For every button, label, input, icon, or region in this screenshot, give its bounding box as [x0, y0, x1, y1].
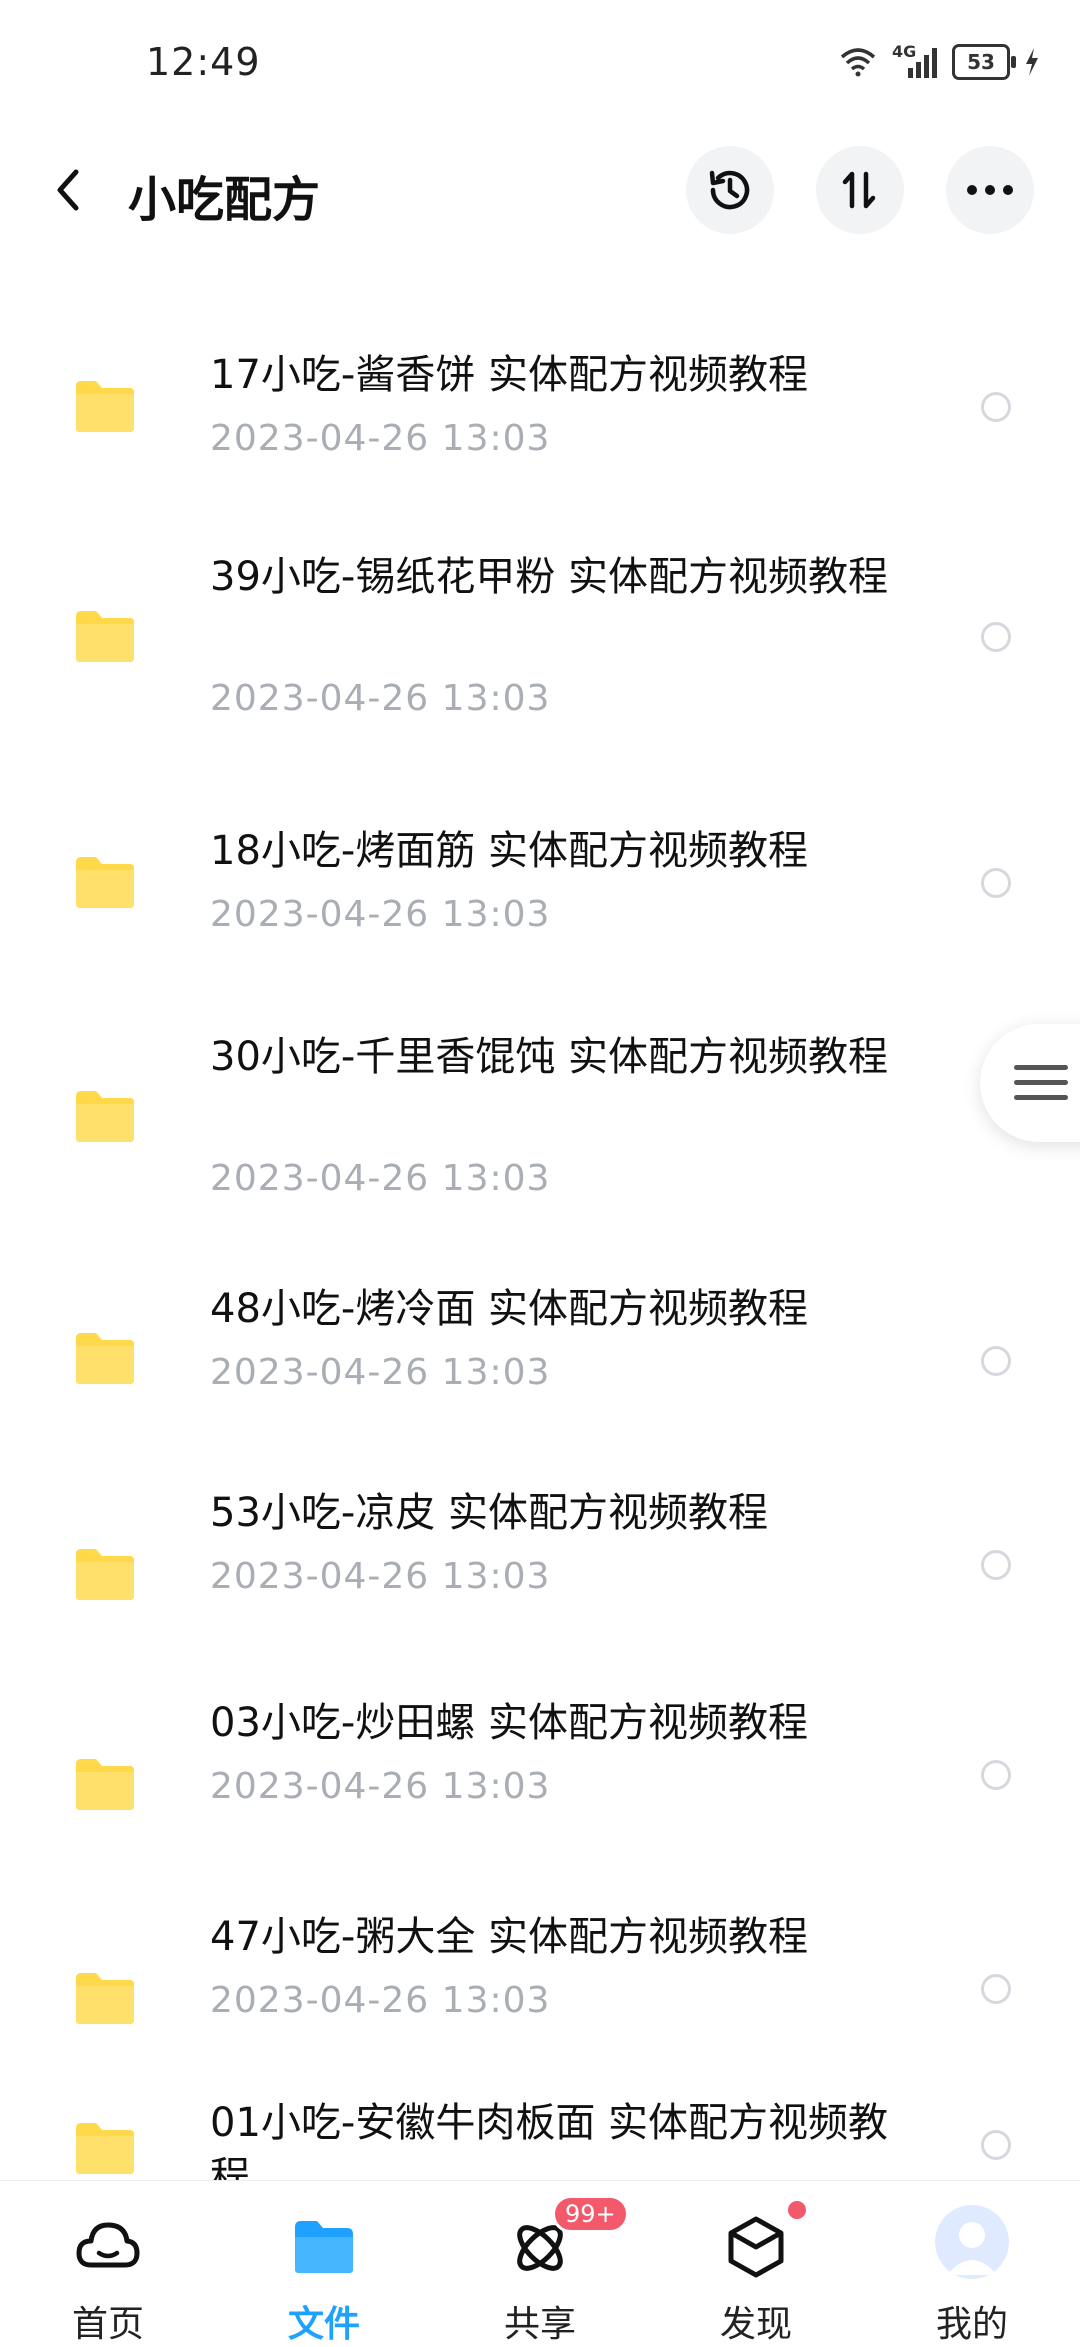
- nav-label: 我的: [935, 2304, 1008, 2345]
- history-button[interactable]: [686, 146, 774, 234]
- select-radio[interactable]: [981, 2130, 1011, 2160]
- page-title: 小吃配方: [128, 172, 321, 228]
- nav-label: 发现: [719, 2304, 792, 2345]
- notification-badge: 99+: [552, 2195, 629, 2233]
- cube-icon: [728, 2216, 784, 2278]
- cellular-signal-icon: 4G: [892, 42, 938, 78]
- file-row[interactable]: 53小吃-凉皮 实体配方视频教程 2023-04-26 13:03: [0, 1480, 1080, 1690]
- file-row[interactable]: 39小吃-锡纸花甲粉 实体配方视频教程 2023-04-26 13:03: [0, 530, 1080, 790]
- folder-icon: [76, 857, 134, 908]
- more-options-button[interactable]: [946, 146, 1034, 234]
- file-name: 47小吃-粥大全 实体配方视频教程: [210, 1914, 809, 1960]
- file-name: 03小吃-炒田螺 实体配方视频教程: [210, 1700, 809, 1746]
- cloud-icon: [76, 2222, 140, 2268]
- avatar-icon: [935, 2205, 1009, 2279]
- folder-icon: [76, 611, 134, 662]
- folder-icon: [76, 1091, 134, 1142]
- bottom-navigation: 首页 文件 99+ 共享 发现 我的: [0, 2180, 1080, 2345]
- file-date: 2023-04-26 13:03: [210, 894, 551, 935]
- folder-icon: [76, 1759, 134, 1810]
- file-row[interactable]: 47小吃-粥大全 实体配方视频教程 2023-04-26 13:03: [0, 1890, 1080, 2090]
- battery-indicator: 53: [952, 44, 1016, 80]
- folder-icon: [76, 1549, 134, 1600]
- file-date: 2023-04-26 13:03: [210, 1766, 551, 1807]
- select-radio[interactable]: [981, 622, 1011, 652]
- file-date: 2023-04-26 13:03: [210, 678, 551, 719]
- file-date: 2023-04-26 13:03: [210, 1556, 551, 1597]
- nav-profile[interactable]: 我的: [892, 2181, 1052, 2345]
- file-row[interactable]: 01小吃-安徽牛肉板面 实体配方视频教程: [0, 2090, 1080, 2180]
- charging-icon: [1026, 48, 1038, 76]
- folder-icon: [76, 381, 134, 432]
- folder-icon: [295, 2221, 353, 2273]
- wifi-icon: [840, 48, 876, 77]
- nav-home[interactable]: 首页: [28, 2181, 188, 2345]
- nav-files[interactable]: 文件: [244, 2181, 404, 2345]
- sort-button[interactable]: [816, 146, 904, 234]
- select-radio[interactable]: [981, 1974, 1011, 2004]
- folder-icon: [76, 2123, 134, 2174]
- file-name: 53小吃-凉皮 实体配方视频教程: [210, 1490, 769, 1536]
- file-name: 01小吃-安徽牛肉板面 实体配方视频教程: [210, 2100, 889, 2180]
- file-row[interactable]: 30小吃-千里香馄饨 实体配方视频教程 2023-04-26 13:03: [0, 1000, 1080, 1260]
- select-radio[interactable]: [981, 392, 1011, 422]
- nav-share[interactable]: 99+ 共享: [460, 2181, 629, 2345]
- file-row[interactable]: 48小吃-烤冷面 实体配方视频教程 2023-04-26 13:03: [0, 1260, 1080, 1480]
- nav-label: 共享: [503, 2304, 576, 2345]
- file-date: 2023-04-26 13:03: [210, 1352, 551, 1393]
- file-row[interactable]: 18小吃-烤面筋 实体配方视频教程 2023-04-26 13:03: [0, 790, 1080, 1000]
- notification-dot: [788, 2201, 806, 2219]
- file-name: 30小吃-千里香馄饨 实体配方视频教程: [210, 1034, 889, 1080]
- file-row[interactable]: 03小吃-炒田螺 实体配方视频教程 2023-04-26 13:03: [0, 1690, 1080, 1890]
- sort-icon: [842, 171, 876, 209]
- menu-lines-icon: [1014, 1065, 1068, 1100]
- back-arrow-icon: [57, 169, 79, 211]
- status-bar: 12:49 4G 53: [0, 0, 1080, 130]
- file-row[interactable]: 17小吃-酱香饼 实体配方视频教程 2023-04-26 13:03: [0, 300, 1080, 530]
- select-radio[interactable]: [981, 868, 1011, 898]
- nav-label: 首页: [71, 2304, 144, 2345]
- file-date: 2023-04-26 13:03: [210, 1158, 551, 1199]
- nav-label: 文件: [287, 2304, 360, 2345]
- file-name: 18小吃-烤面筋 实体配方视频教程: [210, 828, 809, 874]
- file-date: 2023-04-26 13:03: [210, 1980, 551, 2021]
- file-date: 2023-04-26 13:03: [210, 418, 551, 459]
- file-name: 39小吃-锡纸花甲粉 实体配方视频教程: [210, 554, 889, 600]
- app-header: 小吃配方: [0, 140, 1080, 240]
- folder-icon: [76, 1973, 134, 2024]
- back-button[interactable]: [48, 158, 108, 222]
- more-dots-icon: [967, 185, 1013, 195]
- folder-icon: [76, 1333, 134, 1384]
- select-radio[interactable]: [981, 1760, 1011, 1790]
- select-radio[interactable]: [981, 1346, 1011, 1376]
- status-icons: 4G 53: [838, 42, 1040, 80]
- file-name: 17小吃-酱香饼 实体配方视频教程: [210, 352, 809, 398]
- status-time: 12:49: [146, 40, 261, 84]
- nav-discover[interactable]: 发现: [676, 2181, 836, 2345]
- history-icon: [709, 170, 750, 210]
- file-name: 48小吃-烤冷面 实体配方视频教程: [210, 1286, 809, 1332]
- select-radio[interactable]: [981, 1550, 1011, 1580]
